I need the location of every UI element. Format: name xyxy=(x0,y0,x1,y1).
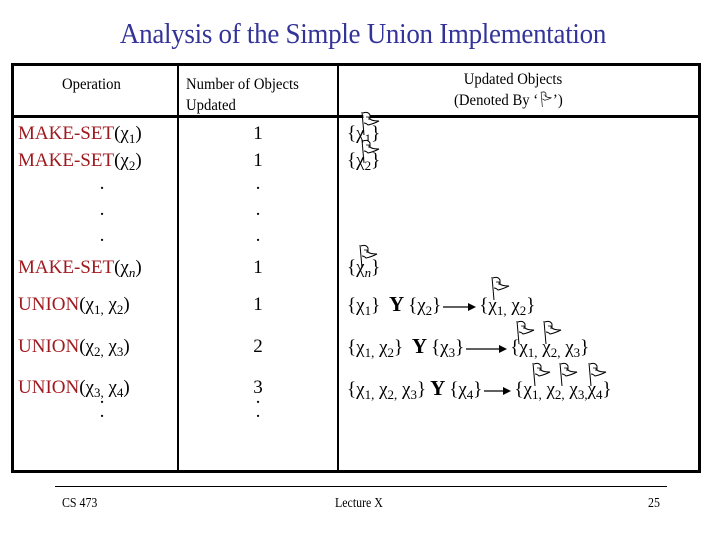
flag-icon xyxy=(361,111,380,135)
header-operation: Operation xyxy=(62,76,121,93)
column-divider xyxy=(337,66,339,470)
count-value: 1 xyxy=(253,123,263,144)
flag-icon xyxy=(361,139,380,163)
count-value: 1 xyxy=(253,257,263,278)
ellipsis-dot: · xyxy=(254,178,262,199)
union-symbol: Y xyxy=(411,334,428,358)
flag-icon xyxy=(491,276,510,300)
flag-icon xyxy=(532,362,551,386)
arrow-icon xyxy=(484,386,512,395)
operation-union-1: UNION(χ1, χ2) xyxy=(18,294,130,317)
count-value: 1 xyxy=(253,294,263,315)
header-updated-line2: (Denoted By ‘’) xyxy=(454,91,563,109)
flag-icon xyxy=(516,320,535,344)
footer-lecture: Lecture X xyxy=(335,496,383,511)
count-value: 1 xyxy=(253,150,263,171)
ellipsis-dot: · xyxy=(98,406,106,427)
flag-icon xyxy=(540,91,552,108)
flag-icon xyxy=(559,362,578,386)
operation-make-set-1: MAKE-SET(χ1) xyxy=(18,123,142,146)
union-symbol: Y xyxy=(388,292,405,316)
arrow-icon xyxy=(443,302,477,311)
flag-icon xyxy=(359,244,378,268)
operation-make-set-2: MAKE-SET(χ2) xyxy=(18,150,142,173)
header-count: Number of Objects Updated xyxy=(186,74,299,116)
ellipsis-dot: · xyxy=(98,230,106,251)
operation-union-3: UNION(χ3, χ4) xyxy=(18,377,130,400)
ellipsis-dot: · xyxy=(98,204,106,225)
footer-course: CS 473 xyxy=(62,496,98,511)
ellipsis-dot: · xyxy=(98,178,106,199)
header-divider xyxy=(14,115,698,118)
column-divider xyxy=(177,66,179,470)
analysis-table: Operation Number of Objects Updated Upda… xyxy=(11,63,701,473)
count-value: 2 xyxy=(253,336,263,357)
operation-union-2: UNION(χ2, χ3) xyxy=(18,336,130,359)
flag-icon xyxy=(543,320,562,344)
flag-icon xyxy=(588,362,607,386)
union-symbol: Y xyxy=(430,376,446,400)
operation-make-set-n: MAKE-SET(χn) xyxy=(18,257,142,280)
arrow-icon xyxy=(466,344,508,353)
footer-page-number: 25 xyxy=(648,496,660,511)
header-count-line2: Updated xyxy=(186,97,236,114)
header-updated: Updated Objects (Denoted By ‘’) xyxy=(454,69,563,111)
ellipsis-dot: · xyxy=(254,230,262,251)
header-count-line1: Number of Objects xyxy=(186,76,299,93)
footer-divider xyxy=(55,486,667,487)
ellipsis-dot: · xyxy=(254,204,262,225)
ellipsis-dot: · xyxy=(254,406,262,427)
slide-title: Analysis of the Simple Union Implementat… xyxy=(119,18,607,50)
header-updated-line1: Updated Objects xyxy=(463,71,563,88)
